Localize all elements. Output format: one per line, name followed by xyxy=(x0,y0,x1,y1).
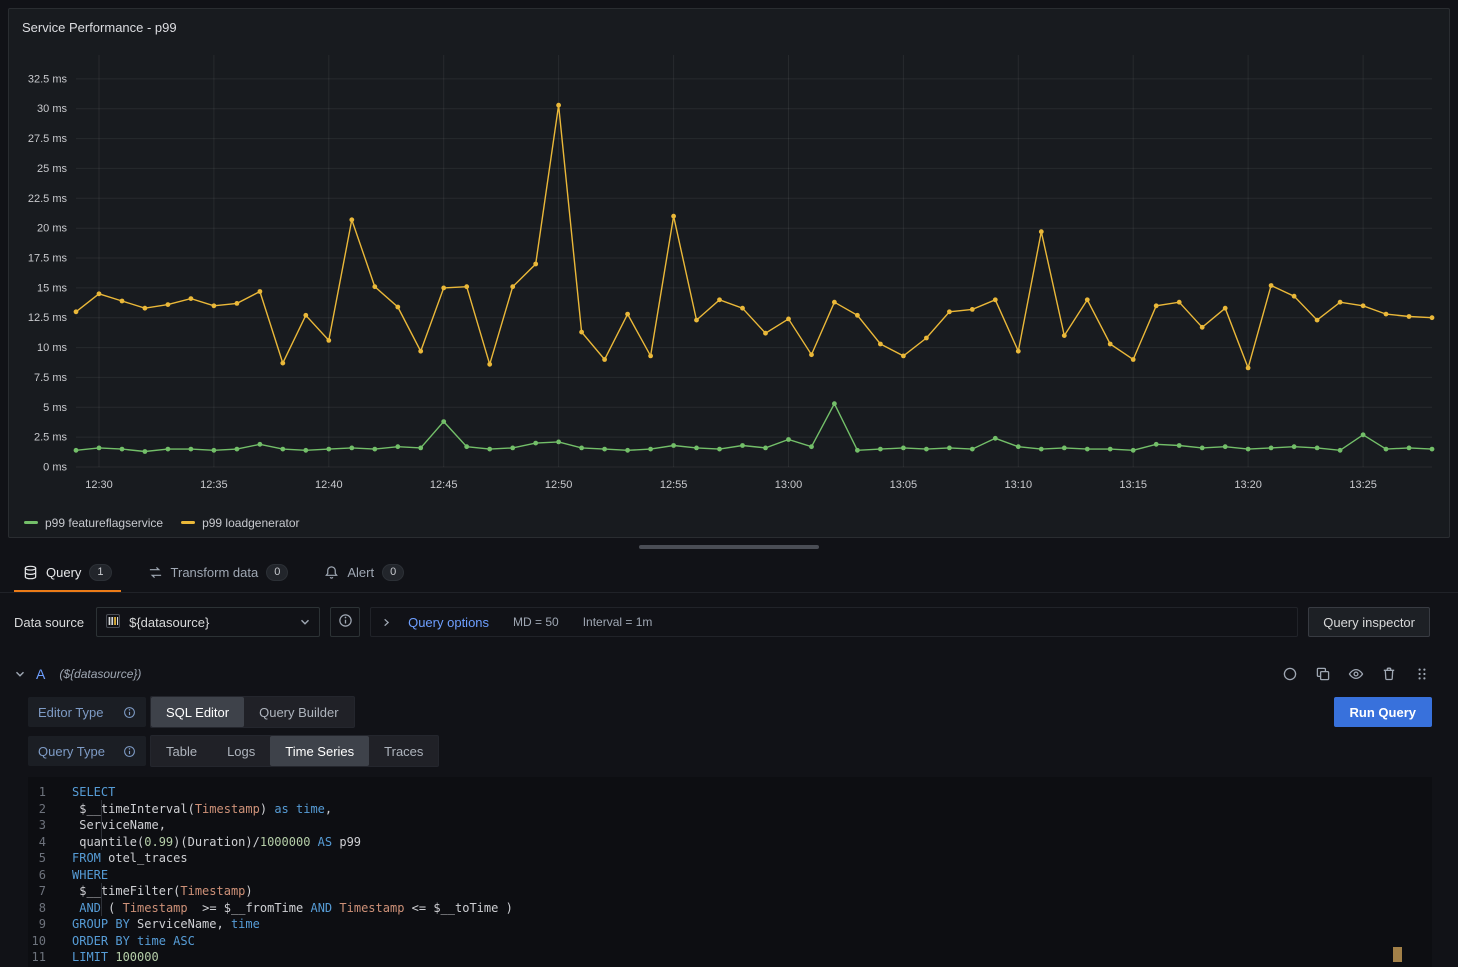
svg-text:13:10: 13:10 xyxy=(1005,479,1033,491)
chevron-down-icon xyxy=(299,616,311,628)
svg-text:13:25: 13:25 xyxy=(1349,479,1377,491)
query-type-traces-button[interactable]: Traces xyxy=(369,736,438,766)
datasource-select[interactable]: ${datasource} xyxy=(96,607,320,637)
panel-title[interactable]: Service Performance - p99 xyxy=(22,20,177,35)
svg-text:10 ms: 10 ms xyxy=(37,342,67,354)
datasource-label: Data source xyxy=(14,615,84,630)
svg-text:30 ms: 30 ms xyxy=(37,103,67,115)
svg-text:32.5 ms: 32.5 ms xyxy=(28,73,68,85)
svg-text:12:50: 12:50 xyxy=(545,479,573,491)
svg-text:20 ms: 20 ms xyxy=(37,223,67,235)
tab-transform-data[interactable]: Transform data 0 xyxy=(139,555,298,592)
datasource-value: ${datasource} xyxy=(129,615,291,630)
query-options-interval: Interval = 1m xyxy=(583,615,653,629)
query-datasource-hint: (${datasource}) xyxy=(59,667,141,681)
drag-handle-icon[interactable] xyxy=(1414,666,1430,682)
chart-legend: p99 featureflagservice p99 loadgenerator xyxy=(18,511,1440,535)
legend-item-loadgenerator[interactable]: p99 loadgenerator xyxy=(181,516,299,530)
query-inspector-button[interactable]: Query inspector xyxy=(1308,607,1430,637)
legend-label: p99 featureflagservice xyxy=(45,516,163,530)
svg-text:7.5 ms: 7.5 ms xyxy=(34,372,68,384)
svg-text:2.5 ms: 2.5 ms xyxy=(34,432,68,444)
datasource-logo-icon xyxy=(105,613,121,632)
horizontal-scrollbar-thumb[interactable] xyxy=(639,545,819,549)
editor-type-label: Editor Type xyxy=(38,705,104,720)
svg-text:0 ms: 0 ms xyxy=(43,462,67,474)
transform-icon xyxy=(148,565,163,580)
tab-label: Transform data xyxy=(171,565,259,580)
tab-alert[interactable]: Alert 0 xyxy=(315,555,413,592)
editor-type-row: Editor Type SQL Editor Query Builder Run… xyxy=(28,696,1432,728)
query-type-label-box: Query Type xyxy=(28,736,146,766)
sql-editor[interactable]: 1SELECT2 $__timeInterval(Timestamp) as t… xyxy=(28,777,1432,967)
svg-text:22.5 ms: 22.5 ms xyxy=(28,193,68,205)
query-type-segmented: Table Logs Time Series Traces xyxy=(150,735,439,767)
legend-label: p99 loadgenerator xyxy=(202,516,299,530)
indent-guide xyxy=(101,800,102,850)
timeseries-chart[interactable]: 0 ms 2.5 ms 5 ms 7.5 ms 10 ms 12.5 ms 15 ms 17.… xyxy=(18,39,1440,511)
legend-item-featureflagservice[interactable]: p99 featureflagservice xyxy=(24,516,163,530)
query-builder-button[interactable]: Query Builder xyxy=(244,697,353,727)
sql-code: 1SELECT2 $__timeInterval(Timestamp) as t… xyxy=(28,784,1432,966)
query-options-md: MD = 50 xyxy=(513,615,559,629)
query-row-header: A (${datasource}) xyxy=(14,660,1430,688)
tab-label: Query xyxy=(46,565,81,580)
panel-header: Service Performance - p99 xyxy=(18,15,1440,39)
svg-text:15 ms: 15 ms xyxy=(37,282,67,294)
legend-swatch-green xyxy=(24,521,38,524)
legend-swatch-yellow xyxy=(181,521,195,524)
editor-type-label-box: Editor Type xyxy=(28,697,146,727)
query-editor-body: Editor Type SQL Editor Query Builder Run… xyxy=(28,696,1432,967)
query-options-label[interactable]: Query options xyxy=(408,615,489,630)
query-type-table-button[interactable]: Table xyxy=(151,736,212,766)
svg-text:27.5 ms: 27.5 ms xyxy=(28,133,68,145)
sql-editor-button[interactable]: SQL Editor xyxy=(151,697,244,727)
bell-icon xyxy=(324,565,339,580)
tab-badge: 0 xyxy=(266,564,288,581)
query-type-row: Query Type Table Logs Time Series Traces xyxy=(28,735,1432,767)
info-circle-icon[interactable] xyxy=(123,745,136,758)
svg-text:12:55: 12:55 xyxy=(660,479,688,491)
svg-text:12:40: 12:40 xyxy=(315,479,343,491)
tab-query[interactable]: Query 1 xyxy=(14,555,121,592)
svg-text:13:20: 13:20 xyxy=(1234,479,1262,491)
svg-text:12.5 ms: 12.5 ms xyxy=(28,312,68,324)
svg-text:13:05: 13:05 xyxy=(890,479,918,491)
query-options-toggle[interactable]: Query options MD = 50 Interval = 1m xyxy=(370,607,1298,637)
query-type-time-series-button[interactable]: Time Series xyxy=(270,736,369,766)
disable-query-icon[interactable] xyxy=(1282,666,1298,682)
info-circle-icon xyxy=(338,613,353,631)
info-circle-icon[interactable] xyxy=(123,706,136,719)
indent-guide xyxy=(101,883,102,916)
database-icon xyxy=(23,565,38,580)
svg-text:17.5 ms: 17.5 ms xyxy=(28,253,68,265)
query-actions xyxy=(1282,666,1430,682)
svg-text:13:15: 13:15 xyxy=(1119,479,1147,491)
svg-text:25 ms: 25 ms xyxy=(37,163,67,175)
grafana-panel-editor: Service Performance - p99 0 ms 2.5 ms 5 ms… xyxy=(0,8,1458,967)
collapse-chevron-down-icon[interactable] xyxy=(14,668,26,680)
datasource-bar: Data source ${datasource} Query options … xyxy=(14,606,1430,638)
query-type-label: Query Type xyxy=(38,744,105,759)
hide-response-eye-icon[interactable] xyxy=(1348,666,1364,682)
query-ref-id[interactable]: A xyxy=(36,666,45,682)
svg-text:5 ms: 5 ms xyxy=(43,402,67,414)
remove-query-trash-icon[interactable] xyxy=(1381,666,1397,682)
svg-text:13:00: 13:00 xyxy=(775,479,803,491)
timeseries-panel: Service Performance - p99 0 ms 2.5 ms 5 ms… xyxy=(8,8,1450,538)
query-type-logs-button[interactable]: Logs xyxy=(212,736,270,766)
tab-label: Alert xyxy=(347,565,374,580)
svg-text:12:45: 12:45 xyxy=(430,479,458,491)
editor-tabs: Query 1 Transform data 0 Alert 0 xyxy=(0,555,1458,593)
datasource-help-button[interactable] xyxy=(330,607,360,637)
run-query-button[interactable]: Run Query xyxy=(1334,697,1432,727)
tab-badge: 1 xyxy=(89,564,111,581)
svg-text:12:35: 12:35 xyxy=(200,479,228,491)
svg-text:12:30: 12:30 xyxy=(85,479,113,491)
editor-cursor xyxy=(1393,947,1402,962)
chevron-right-icon xyxy=(381,617,392,628)
editor-type-segmented: SQL Editor Query Builder xyxy=(150,696,355,728)
duplicate-query-icon[interactable] xyxy=(1315,666,1331,682)
tab-badge: 0 xyxy=(382,564,404,581)
